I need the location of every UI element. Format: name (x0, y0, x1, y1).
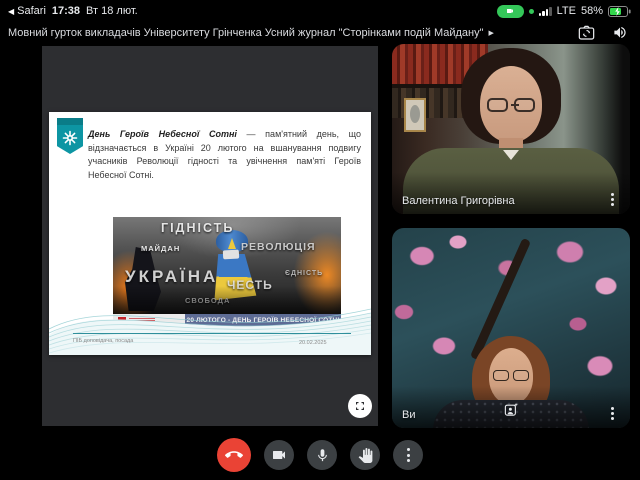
meeting-title: Мовний гурток викладачів Університету Гр… (8, 27, 484, 39)
organizer-logo (118, 317, 126, 325)
maidan-photo: ГІДНІСТЬ МАЙДАН РЕВОЛЮЦІЯ УКРАЇНА ЄДНІСТ… (113, 217, 341, 327)
back-to-app-button[interactable]: ◀ Safari (8, 5, 46, 17)
shared-screen-area[interactable]: День Героїв Небесної Сотні — пам'ятний д… (42, 46, 378, 426)
switch-camera-button[interactable] (578, 25, 595, 40)
microphone-icon (315, 448, 330, 463)
ios-status-bar: ◀ Safari 17:38 Вт 18 лют. LTE 58% (0, 0, 640, 22)
date-label: Вт 18 лют. (86, 5, 138, 17)
network-type-label: LTE (557, 5, 576, 17)
videocam-icon (271, 447, 287, 463)
slide-paragraph-lead: День Героїв Небесної Сотні (88, 129, 237, 139)
videocam-icon (505, 7, 515, 15)
effects-icon (504, 402, 519, 417)
meeting-title-bar: Мовний гурток викладачів Університету Гр… (0, 22, 640, 44)
presentation-slide: День Героїв Небесної Сотні — пам'ятний д… (49, 112, 371, 355)
tile-label-bar: Ви (392, 386, 630, 428)
battery-icon (608, 6, 632, 17)
photo-word: СВОБОДА (185, 296, 230, 305)
self-menu-button[interactable] (604, 405, 620, 421)
photo-word: ЄДНІСТЬ (285, 270, 323, 277)
camera-flip-icon (578, 25, 595, 40)
more-vert-icon (407, 448, 410, 462)
more-options-button[interactable] (393, 440, 423, 470)
mic-toggle-button[interactable] (307, 440, 337, 470)
organizer-logo-block (113, 314, 185, 327)
back-app-label: Safari (17, 5, 46, 17)
raise-hand-button[interactable] (350, 440, 380, 470)
self-name-label: Ви (402, 409, 415, 421)
participant-menu-button[interactable] (604, 191, 620, 207)
face-mask-shape (223, 250, 239, 260)
participant-tile-valentyna[interactable]: Валентина Григорівна (392, 44, 630, 214)
university-logo (57, 118, 83, 154)
organizer-logo-text (129, 317, 155, 324)
slide-footer-rule (73, 333, 351, 334)
recording-dot (529, 9, 534, 14)
call-end-icon (225, 446, 243, 464)
photo-word: ЧЕСТЬ (227, 278, 273, 292)
slide-footer-date: 20.02.2025 (299, 340, 327, 346)
glasses-shape (493, 370, 529, 381)
glasses-shape (487, 98, 535, 112)
raise-hand-icon (358, 448, 373, 463)
end-call-button[interactable] (217, 438, 251, 472)
photo-word: УКРАЇНА (125, 267, 218, 287)
camera-in-use-pill[interactable] (497, 5, 524, 18)
audio-output-button[interactable] (612, 25, 628, 40)
fullscreen-icon (354, 400, 366, 412)
self-view-tile[interactable]: Ви (392, 228, 630, 428)
battery-percent-label: 58% (581, 5, 603, 17)
meeting-details-caret-icon[interactable]: ▶ (489, 29, 494, 37)
tile-label-bar: Валентина Григорівна (392, 172, 630, 214)
clock-label: 17:38 (52, 5, 80, 17)
slide-paragraph: День Героїв Небесної Сотні — пам'ятний д… (88, 128, 361, 182)
camera-toggle-button[interactable] (264, 440, 294, 470)
slide-footer-speaker: ПІБ доповідача, посада (73, 338, 133, 344)
cellular-signal-icon (539, 7, 552, 16)
maidan-photo-image: ГІДНІСТЬ МАЙДАН РЕВОЛЮЦІЯ УКРАЇНА ЄДНІСТ… (113, 217, 341, 314)
photo-caption-bar: 20 ЛЮТОГО - ДЕНЬ ГЕРОЇВ НЕБЕСНОЇ СОТНІ (113, 314, 341, 327)
photo-caption: 20 ЛЮТОГО - ДЕНЬ ГЕРОЇВ НЕБЕСНОЇ СОТНІ (185, 314, 341, 327)
photo-word: ГІДНІСТЬ (161, 221, 234, 235)
photo-word: РЕВОЛЮЦІЯ (241, 241, 316, 253)
picture-frame (404, 98, 426, 132)
photo-word: МАЙДАН (141, 244, 180, 253)
participant-name-label: Валентина Григорівна (402, 195, 515, 207)
visual-effects-button[interactable] (504, 402, 519, 422)
expand-presentation-button[interactable] (348, 394, 372, 418)
call-controls-bar (217, 438, 423, 472)
back-arrow-icon: ◀ (8, 7, 14, 16)
speaker-icon (612, 25, 628, 40)
